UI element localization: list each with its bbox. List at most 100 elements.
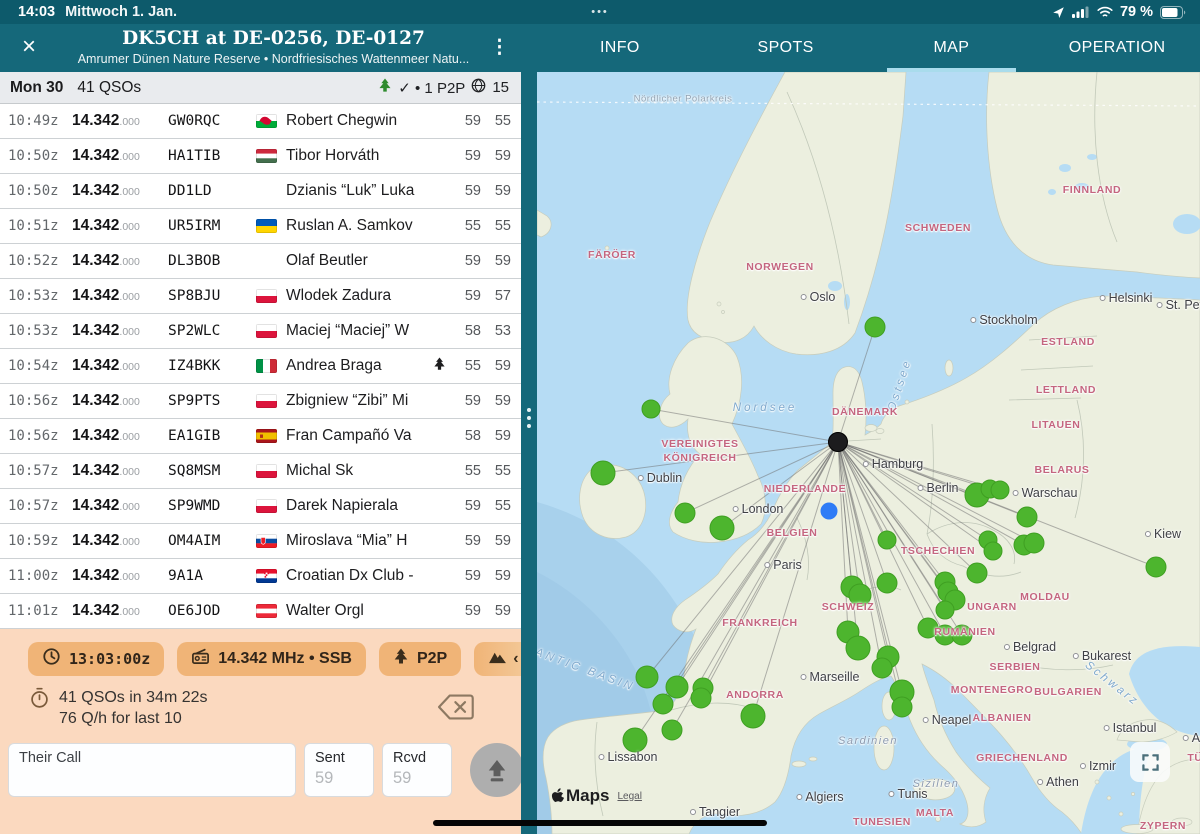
map-view[interactable]: Nördlicher PolarkreisFÄRÖERNORWEGENSCHWE… <box>537 72 1200 834</box>
qso-frequency: 14.342.000 <box>72 602 168 620</box>
qso-operator-name: Dzianis “Luk” Luka <box>286 182 433 200</box>
qso-time: 10:50z <box>8 183 72 199</box>
qso-station-pin[interactable] <box>636 666 658 688</box>
qso-callsign: GW0RQC <box>168 113 256 129</box>
qso-station-pin[interactable] <box>872 658 892 678</box>
qso-station-pin[interactable] <box>846 636 870 660</box>
qso-table-row[interactable]: 10:56z14.342.000SP9PTSZbigniew “Zibi” Mi… <box>0 384 521 419</box>
qso-table-row[interactable]: 11:00z14.342.0009A1ACroatian Dx Club -59… <box>0 559 521 594</box>
page-title: DK5CH at DE-0256, DE-0127 <box>50 27 497 51</box>
qso-station-pin[interactable] <box>1024 533 1044 553</box>
qso-table-row[interactable]: 10:50z14.342.000DD1LDDzianis “Luk” Luka5… <box>0 174 521 209</box>
current-location-pin[interactable] <box>821 503 837 519</box>
log-qso-button[interactable] <box>470 743 524 797</box>
qso-callsign: 9A1A <box>168 568 256 584</box>
map-label: Dublin <box>638 471 682 485</box>
qso-table-row[interactable]: 10:52z14.342.000DL3BOBOlaf Beutler5959 <box>0 244 521 279</box>
tab-spots[interactable]: SPOTS <box>703 24 869 72</box>
qso-station-pin[interactable] <box>623 728 647 752</box>
log-qso-count: 41 QSOs <box>77 79 141 97</box>
country-flag-icon <box>256 499 286 513</box>
qso-station-pin[interactable] <box>675 503 695 523</box>
qso-table-row[interactable]: 10:49z14.342.000GW0RQCRobert Chegwin5955 <box>0 104 521 139</box>
qso-table-row[interactable]: 10:53z14.342.000SP8BJUWlodek Zadura5957 <box>0 279 521 314</box>
qso-station-pin[interactable] <box>1017 507 1037 527</box>
map-label: Belgrad <box>1004 640 1056 654</box>
country-flag-icon <box>256 569 286 583</box>
qso-frequency: 14.342.000 <box>72 357 168 375</box>
chip-14-342-mhz-ssb[interactable]: 14.342 MHz • SSB <box>177 642 366 676</box>
qso-rst-rcvd: 57 <box>481 288 511 304</box>
qso-station-pin[interactable] <box>710 516 734 540</box>
backspace-icon[interactable] <box>437 693 475 726</box>
map-label: SCHWEIZ <box>822 601 875 613</box>
qso-station-pin[interactable] <box>865 317 885 337</box>
qso-station-pin[interactable] <box>741 704 765 728</box>
map-label: ESTLAND <box>1041 336 1095 348</box>
qso-operator-name: Maciej “Maciej” W <box>286 322 433 340</box>
qso-station-pin[interactable] <box>1146 557 1166 577</box>
qso-rst-sent: 59 <box>453 253 481 269</box>
qso-table-row[interactable]: 10:57z14.342.000SP9WMDDarek Napierala595… <box>0 489 521 524</box>
map-label: UNGARN <box>967 601 1017 613</box>
map-label: Hamburg <box>863 457 923 471</box>
qso-station-pin[interactable] <box>666 676 688 698</box>
qso-rst-rcvd: 55 <box>481 218 511 234</box>
chip-sota[interactable]: ‹SOTA <box>474 642 521 676</box>
qso-table-row[interactable]: 10:57z14.342.000SQ8MSMMichal Sk5555 <box>0 454 521 489</box>
fullscreen-button[interactable] <box>1130 742 1170 782</box>
qso-station-pin[interactable] <box>936 601 954 619</box>
qso-rst-rcvd: 59 <box>481 358 511 374</box>
qso-time: 11:01z <box>8 603 72 619</box>
qso-table-row[interactable]: 10:53z14.342.000SP2WLCMaciej “Maciej” W5… <box>0 314 521 349</box>
qso-table-row[interactable]: 10:54z14.342.000IZ4BKKAndrea Braga5559 <box>0 349 521 384</box>
map-label: KÖNIGREICH <box>663 452 736 464</box>
tab-operation[interactable]: OPERATION <box>1034 24 1200 72</box>
stopwatch-icon <box>30 687 49 729</box>
multitask-dots: ••• <box>0 6 1200 18</box>
qso-rst-rcvd: 59 <box>481 533 511 549</box>
country-flag-icon <box>256 219 286 233</box>
sent-input[interactable]: Sent 59 <box>304 743 374 797</box>
chip-p2p[interactable]: P2P <box>379 642 461 676</box>
qso-station-pin[interactable] <box>642 400 660 418</box>
chip-13-03-00z[interactable]: 13:03:00z <box>28 642 164 676</box>
qso-callsign: SQ8MSM <box>168 463 256 479</box>
map-legal-link[interactable]: Legal <box>617 791 641 802</box>
qso-station-pin[interactable] <box>691 688 711 708</box>
qso-station-pin[interactable] <box>653 694 673 714</box>
qso-station-pin[interactable] <box>878 531 896 549</box>
qso-rst-sent: 59 <box>453 533 481 549</box>
qso-rst-sent: 59 <box>453 183 481 199</box>
qso-station-pin[interactable] <box>991 481 1009 499</box>
qso-station-pin[interactable] <box>892 697 912 717</box>
close-icon[interactable]: × <box>16 34 42 60</box>
log-p2p-summary: ✓ • 1 P2P <box>398 79 465 97</box>
qso-table-row[interactable]: 10:50z14.342.000HA1TIBTibor Horváth5959 <box>0 139 521 174</box>
map-label: Ank <box>1183 731 1200 745</box>
qso-operator-name: Miroslava “Mia” H <box>286 532 433 550</box>
clock-icon <box>42 647 61 671</box>
qso-station-pin[interactable] <box>967 563 987 583</box>
activation-origin-pin[interactable] <box>829 433 848 452</box>
qso-station-pin[interactable] <box>877 573 897 593</box>
qso-rst-rcvd: 59 <box>481 393 511 409</box>
qso-table-row[interactable]: 10:59z14.342.000OM4AIMMiroslava “Mia” H5… <box>0 524 521 559</box>
their-call-input[interactable]: Their Call <box>8 743 296 797</box>
rcvd-input[interactable]: Rcvd 59 <box>382 743 452 797</box>
qso-operator-name: Zbigniew “Zibi” Mi <box>286 392 433 410</box>
qso-station-pin[interactable] <box>984 542 1002 560</box>
divider-grip-handle[interactable] <box>527 408 531 428</box>
tab-map[interactable]: MAP <box>869 24 1035 72</box>
map-label: Kiew <box>1145 527 1181 541</box>
qso-frequency: 14.342.000 <box>72 147 168 165</box>
qso-table-row[interactable]: 10:51z14.342.000UR5IRMRuslan A. Samkov55… <box>0 209 521 244</box>
qso-station-pin[interactable] <box>591 461 615 485</box>
tab-info[interactable]: INFO <box>537 24 703 72</box>
overflow-menu-icon[interactable]: ⋮ <box>490 35 509 61</box>
qso-table-row[interactable]: 10:56z14.342.000EA1GIBFran Campañó Va585… <box>0 419 521 454</box>
map-label: ANDORRA <box>726 689 784 701</box>
qso-station-pin[interactable] <box>662 720 682 740</box>
home-indicator[interactable] <box>433 820 767 826</box>
qso-table-row[interactable]: 11:01z14.342.000OE6JODWalter Orgl5959 <box>0 594 521 629</box>
